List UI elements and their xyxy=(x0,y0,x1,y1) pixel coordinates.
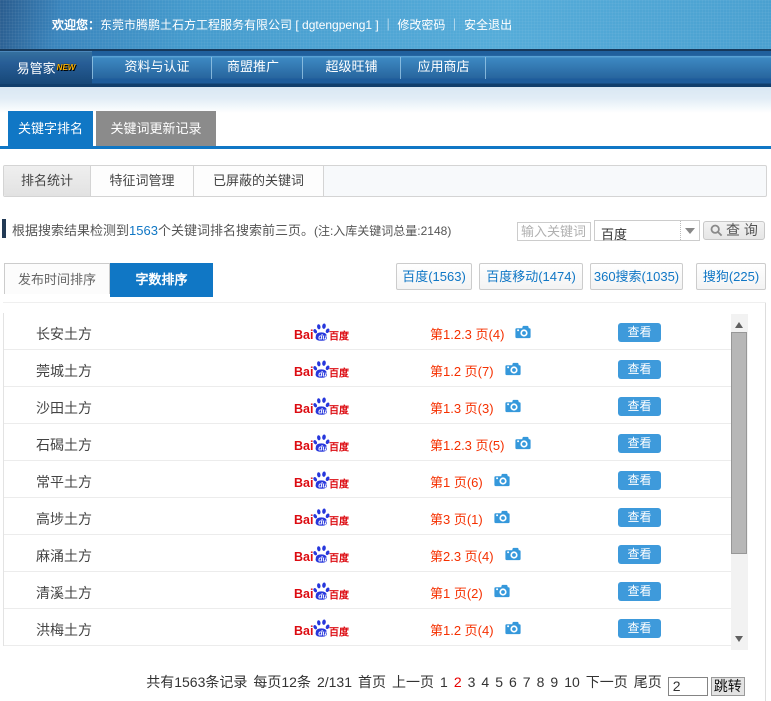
svg-text:百度: 百度 xyxy=(329,552,350,565)
svg-text:du: du xyxy=(318,594,327,601)
svg-text:Bai: Bai xyxy=(294,439,313,453)
svg-text:百度: 百度 xyxy=(329,589,350,602)
svg-text:百度: 百度 xyxy=(329,441,350,454)
svg-text:du: du xyxy=(318,335,327,342)
svg-text:百度: 百度 xyxy=(329,515,350,528)
svg-text:百度: 百度 xyxy=(329,626,350,639)
svg-text:百度: 百度 xyxy=(329,478,350,491)
svg-text:du: du xyxy=(318,631,327,638)
svg-text:Bai: Bai xyxy=(294,328,313,342)
svg-text:百度: 百度 xyxy=(329,330,350,343)
svg-text:百度: 百度 xyxy=(329,367,350,380)
svg-text:Bai: Bai xyxy=(294,587,313,601)
svg-text:Bai: Bai xyxy=(294,476,313,490)
svg-text:du: du xyxy=(318,372,327,379)
svg-text:du: du xyxy=(318,520,327,527)
svg-text:du: du xyxy=(318,409,327,416)
svg-text:Bai: Bai xyxy=(294,550,313,564)
svg-text:Bai: Bai xyxy=(294,402,313,416)
svg-text:du: du xyxy=(318,446,327,453)
svg-text:Bai: Bai xyxy=(294,365,313,379)
svg-text:Bai: Bai xyxy=(294,624,313,638)
svg-text:百度: 百度 xyxy=(329,404,350,417)
svg-text:du: du xyxy=(318,557,327,564)
svg-text:du: du xyxy=(318,483,327,490)
svg-text:Bai: Bai xyxy=(294,513,313,527)
